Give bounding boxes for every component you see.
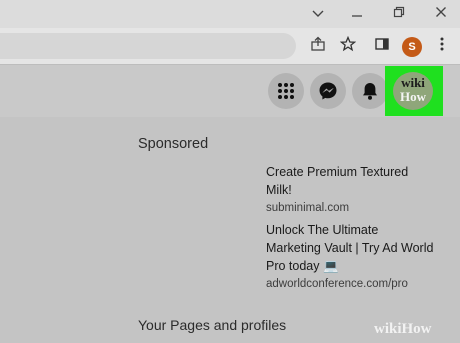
close-icon[interactable] <box>428 3 454 25</box>
grid-icon <box>278 83 294 99</box>
tab-search-chevron-down-icon[interactable] <box>305 3 331 25</box>
messenger-icon <box>319 82 337 100</box>
notifications-button[interactable] <box>352 73 388 109</box>
sponsored-heading: Sponsored <box>138 136 209 152</box>
side-panel-icon[interactable] <box>372 36 392 56</box>
ad-title-1[interactable]: Create Premium Textured Milk! <box>266 163 436 199</box>
restore-icon[interactable] <box>386 3 412 25</box>
title-bar <box>0 0 460 28</box>
avatar-text-wiki: wiki <box>401 75 425 90</box>
browser-toolbar <box>0 28 460 64</box>
share-icon[interactable] <box>308 36 328 56</box>
ad-domain-2[interactable]: adworldconference.com/pro <box>266 278 408 290</box>
address-bar[interactable] <box>0 33 296 59</box>
minimize-icon[interactable] <box>344 3 370 25</box>
account-profile-avatar[interactable]: wiki How <box>393 72 433 110</box>
more-menu-icon[interactable] <box>432 36 452 56</box>
wikihow-watermark: wikiHow <box>374 321 432 337</box>
messenger-button[interactable] <box>310 73 346 109</box>
ad-title-2[interactable]: Unlock The Ultimate Marketing Vault | Tr… <box>266 221 436 275</box>
avatar-text-how: How <box>400 89 426 104</box>
bell-icon <box>363 83 377 100</box>
profile-avatar-button[interactable]: S <box>402 37 422 57</box>
pages-and-profiles-heading: Your Pages and profiles <box>138 317 287 333</box>
bookmark-star-icon[interactable] <box>338 35 358 56</box>
menu-grid-button[interactable] <box>268 73 304 109</box>
ad-domain-1[interactable]: subminimal.com <box>266 202 349 214</box>
